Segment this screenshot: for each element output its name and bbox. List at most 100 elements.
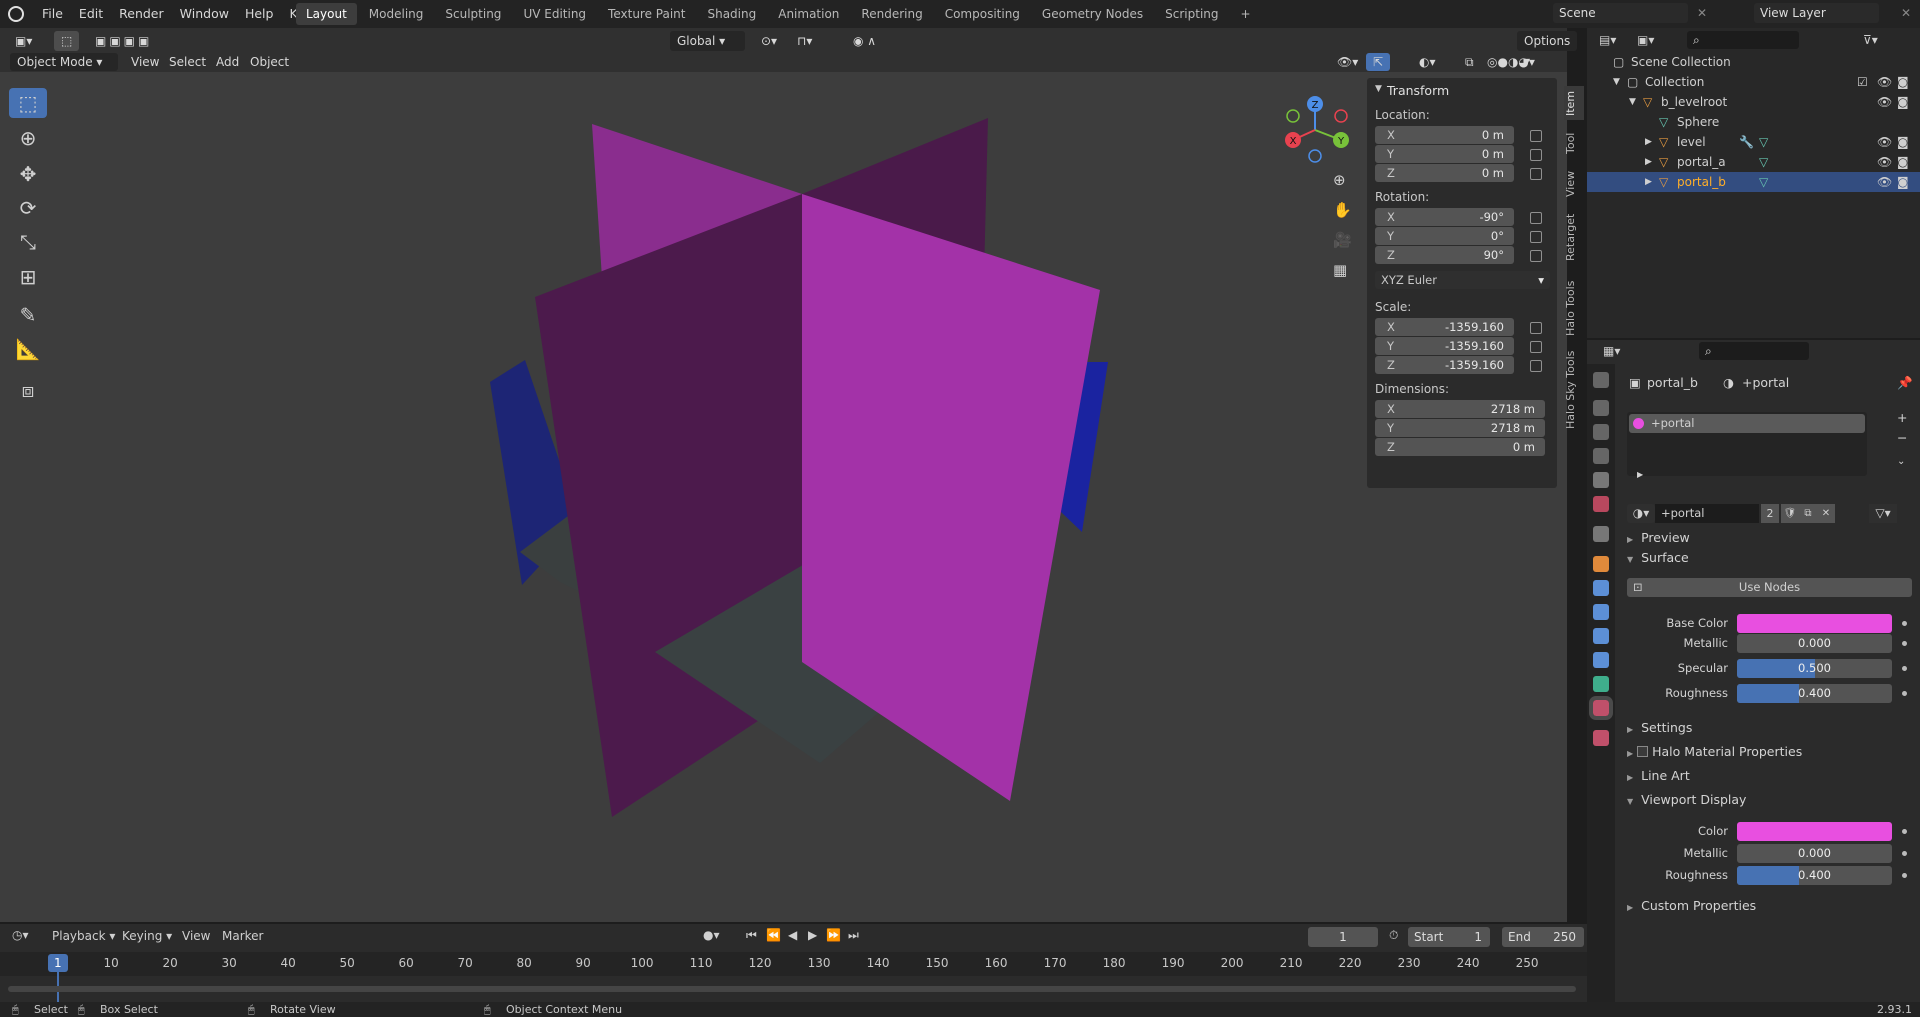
menu-render[interactable]: Render xyxy=(111,0,172,28)
lock-icon[interactable] xyxy=(1530,130,1542,142)
scene-selector[interactable]: Scene xyxy=(1553,3,1688,23)
tab-sculpting[interactable]: Sculpting xyxy=(435,3,511,25)
location-x-field[interactable]: X 0 m xyxy=(1375,126,1514,144)
output-icon[interactable] xyxy=(1593,424,1609,440)
menu-edit[interactable]: Edit xyxy=(71,0,111,28)
menu-keying[interactable]: Keying ▾ xyxy=(122,929,172,943)
rotation-y-field[interactable]: Y 0° xyxy=(1375,227,1514,245)
world-icon[interactable] xyxy=(1593,496,1609,512)
outliner-search-input[interactable]: ⌕ xyxy=(1687,31,1799,49)
user-count[interactable]: 2 xyxy=(1761,504,1779,523)
location-z-field[interactable]: Z 0 m xyxy=(1375,164,1514,182)
keyframe-dot[interactable] xyxy=(1902,666,1907,671)
display-roughness-slider[interactable]: 0.400 xyxy=(1737,866,1892,885)
camera-icon[interactable]: ◙ xyxy=(1897,152,1909,172)
display-metallic-slider[interactable]: 0.000 xyxy=(1737,844,1892,863)
collapse-icon[interactable]: ▼ xyxy=(1375,84,1382,94)
eye-icon[interactable]: 👁 xyxy=(1877,172,1892,192)
lock-icon[interactable] xyxy=(1530,212,1542,224)
dimensions-y-field[interactable]: Y 2718 m xyxy=(1375,419,1545,437)
viewport-menu-add[interactable]: Add xyxy=(209,53,246,71)
material-icon[interactable] xyxy=(1589,696,1613,720)
checkbox-icon[interactable] xyxy=(1637,746,1649,757)
properties-editor-icon[interactable]: ▦▾ xyxy=(1603,344,1620,358)
close-view-layer-icon[interactable]: ✕ xyxy=(1901,6,1911,20)
gizmo-toggle-icon[interactable]: ⇱ xyxy=(1366,53,1391,71)
settings-section[interactable]: ▶ Settings xyxy=(1627,720,1692,735)
options-dropdown[interactable]: Options ▾ xyxy=(1517,31,1578,68)
timeline-editor-icon[interactable]: ◷▾ xyxy=(12,928,29,942)
eye-icon[interactable]: 👁 xyxy=(1877,92,1892,112)
pan-hand-icon[interactable]: ✋ xyxy=(1333,201,1352,219)
menu-window[interactable]: Window xyxy=(172,0,237,28)
use-nodes-button[interactable]: ⊡ Use Nodes xyxy=(1627,578,1912,597)
menu-help[interactable]: Help xyxy=(237,0,282,28)
specular-slider[interactable]: 0.500 xyxy=(1737,659,1892,678)
expand-icon[interactable]: ▶ xyxy=(1645,172,1652,192)
object-icon[interactable] xyxy=(1593,556,1609,572)
play-reverse-icon[interactable]: ◀ xyxy=(788,928,797,942)
timeline-scrollbar[interactable] xyxy=(8,986,1576,992)
physics-icon[interactable] xyxy=(1593,628,1609,644)
visibility-icon[interactable]: 👁▾ xyxy=(1330,53,1365,71)
tab-view[interactable]: View xyxy=(1564,168,1584,200)
scale-y-field[interactable]: Y -1359.160 xyxy=(1375,337,1514,355)
tab-item[interactable]: Item xyxy=(1564,86,1584,120)
tab-texture-paint[interactable]: Texture Paint xyxy=(598,3,695,25)
dimensions-z-field[interactable]: Z 0 m xyxy=(1375,438,1545,456)
play-icon[interactable]: ▶ xyxy=(808,928,817,942)
location-y-field[interactable]: Y 0 m xyxy=(1375,145,1514,163)
tab-compositing[interactable]: Compositing xyxy=(935,3,1030,25)
3d-viewport[interactable]: ▣▾ ⬚ ▣▣▣▣ Global ▾ ⊙▾ ⊓▾ ◉ ∧ Options ▾ O… xyxy=(0,28,1578,922)
pivot-icon[interactable]: ⊙▾ xyxy=(754,31,784,51)
lock-icon[interactable] xyxy=(1530,341,1542,353)
jump-start-icon[interactable]: ⏮ xyxy=(746,928,757,943)
viewport-scene[interactable] xyxy=(0,72,1360,922)
outliner-display-mode-icon[interactable]: ▣▾ xyxy=(1637,33,1654,47)
roughness-slider[interactable]: 0.400 xyxy=(1737,684,1892,703)
lock-icon[interactable] xyxy=(1530,231,1542,243)
particles-icon[interactable] xyxy=(1593,604,1609,620)
scale-z-field[interactable]: Z -1359.160 xyxy=(1375,356,1514,374)
lock-icon[interactable] xyxy=(1530,168,1542,180)
keyframe-dot[interactable] xyxy=(1902,851,1907,856)
dimensions-x-field[interactable]: X 2718 m xyxy=(1375,400,1545,418)
menu-marker[interactable]: Marker xyxy=(222,929,263,943)
checkbox-icon[interactable]: ☑ xyxy=(1857,72,1868,92)
material-name-field[interactable]: +portal xyxy=(1655,504,1759,523)
render-icon[interactable] xyxy=(1593,400,1609,416)
remove-slot-icon[interactable]: − xyxy=(1897,430,1907,445)
outliner-sphere[interactable]: ▽ Sphere xyxy=(1587,112,1920,132)
overlay-toggle-icon[interactable]: ◐▾ xyxy=(1412,53,1443,71)
rotation-x-field[interactable]: X -90° xyxy=(1375,208,1514,226)
properties-search-input[interactable]: ⌕ xyxy=(1699,342,1809,360)
keyframe-dot[interactable] xyxy=(1902,873,1907,878)
slot-menu-icon[interactable]: ⌄ xyxy=(1897,456,1905,467)
select-tool-icon[interactable]: ⬚ xyxy=(54,31,80,51)
scene-icon[interactable] xyxy=(1593,472,1609,488)
tool-icon[interactable] xyxy=(1593,372,1609,388)
tab-tool[interactable]: Tool xyxy=(1564,128,1584,158)
add-workspace-icon[interactable]: + xyxy=(1231,3,1261,25)
keyframe-dot[interactable] xyxy=(1902,621,1907,626)
tab-animation[interactable]: Animation xyxy=(768,3,849,25)
tab-halo-sky-tools[interactable]: Halo Sky Tools xyxy=(1564,350,1584,430)
pin-icon[interactable]: 📌 xyxy=(1897,375,1913,391)
tab-uv-editing[interactable]: UV Editing xyxy=(513,3,596,25)
outliner-editor-icon[interactable]: ▤▾ xyxy=(1599,33,1616,47)
menu-playback[interactable]: Playback ▾ xyxy=(52,929,115,943)
expand-icon[interactable]: ▼ xyxy=(1613,72,1620,92)
editor-type-icon[interactable]: ▣▾ xyxy=(8,31,39,51)
start-frame-field[interactable]: Start 1 xyxy=(1408,927,1490,947)
unlink-icon[interactable]: ✕ xyxy=(1817,504,1835,523)
material-browse-icon[interactable]: ◑▾ xyxy=(1627,504,1655,523)
viewport-display-section[interactable]: ▼ Viewport Display xyxy=(1627,792,1746,807)
tab-modeling[interactable]: Modeling xyxy=(359,3,434,25)
expand-icon[interactable]: ▶ xyxy=(1645,132,1652,152)
tab-retarget[interactable]: Retarget xyxy=(1564,210,1584,264)
xray-icon[interactable]: ⧉ xyxy=(1458,53,1481,71)
lock-icon[interactable] xyxy=(1530,149,1542,161)
base-color-swatch[interactable] xyxy=(1737,614,1892,633)
eye-icon[interactable]: 👁 xyxy=(1877,72,1892,92)
lock-icon[interactable] xyxy=(1530,322,1542,334)
